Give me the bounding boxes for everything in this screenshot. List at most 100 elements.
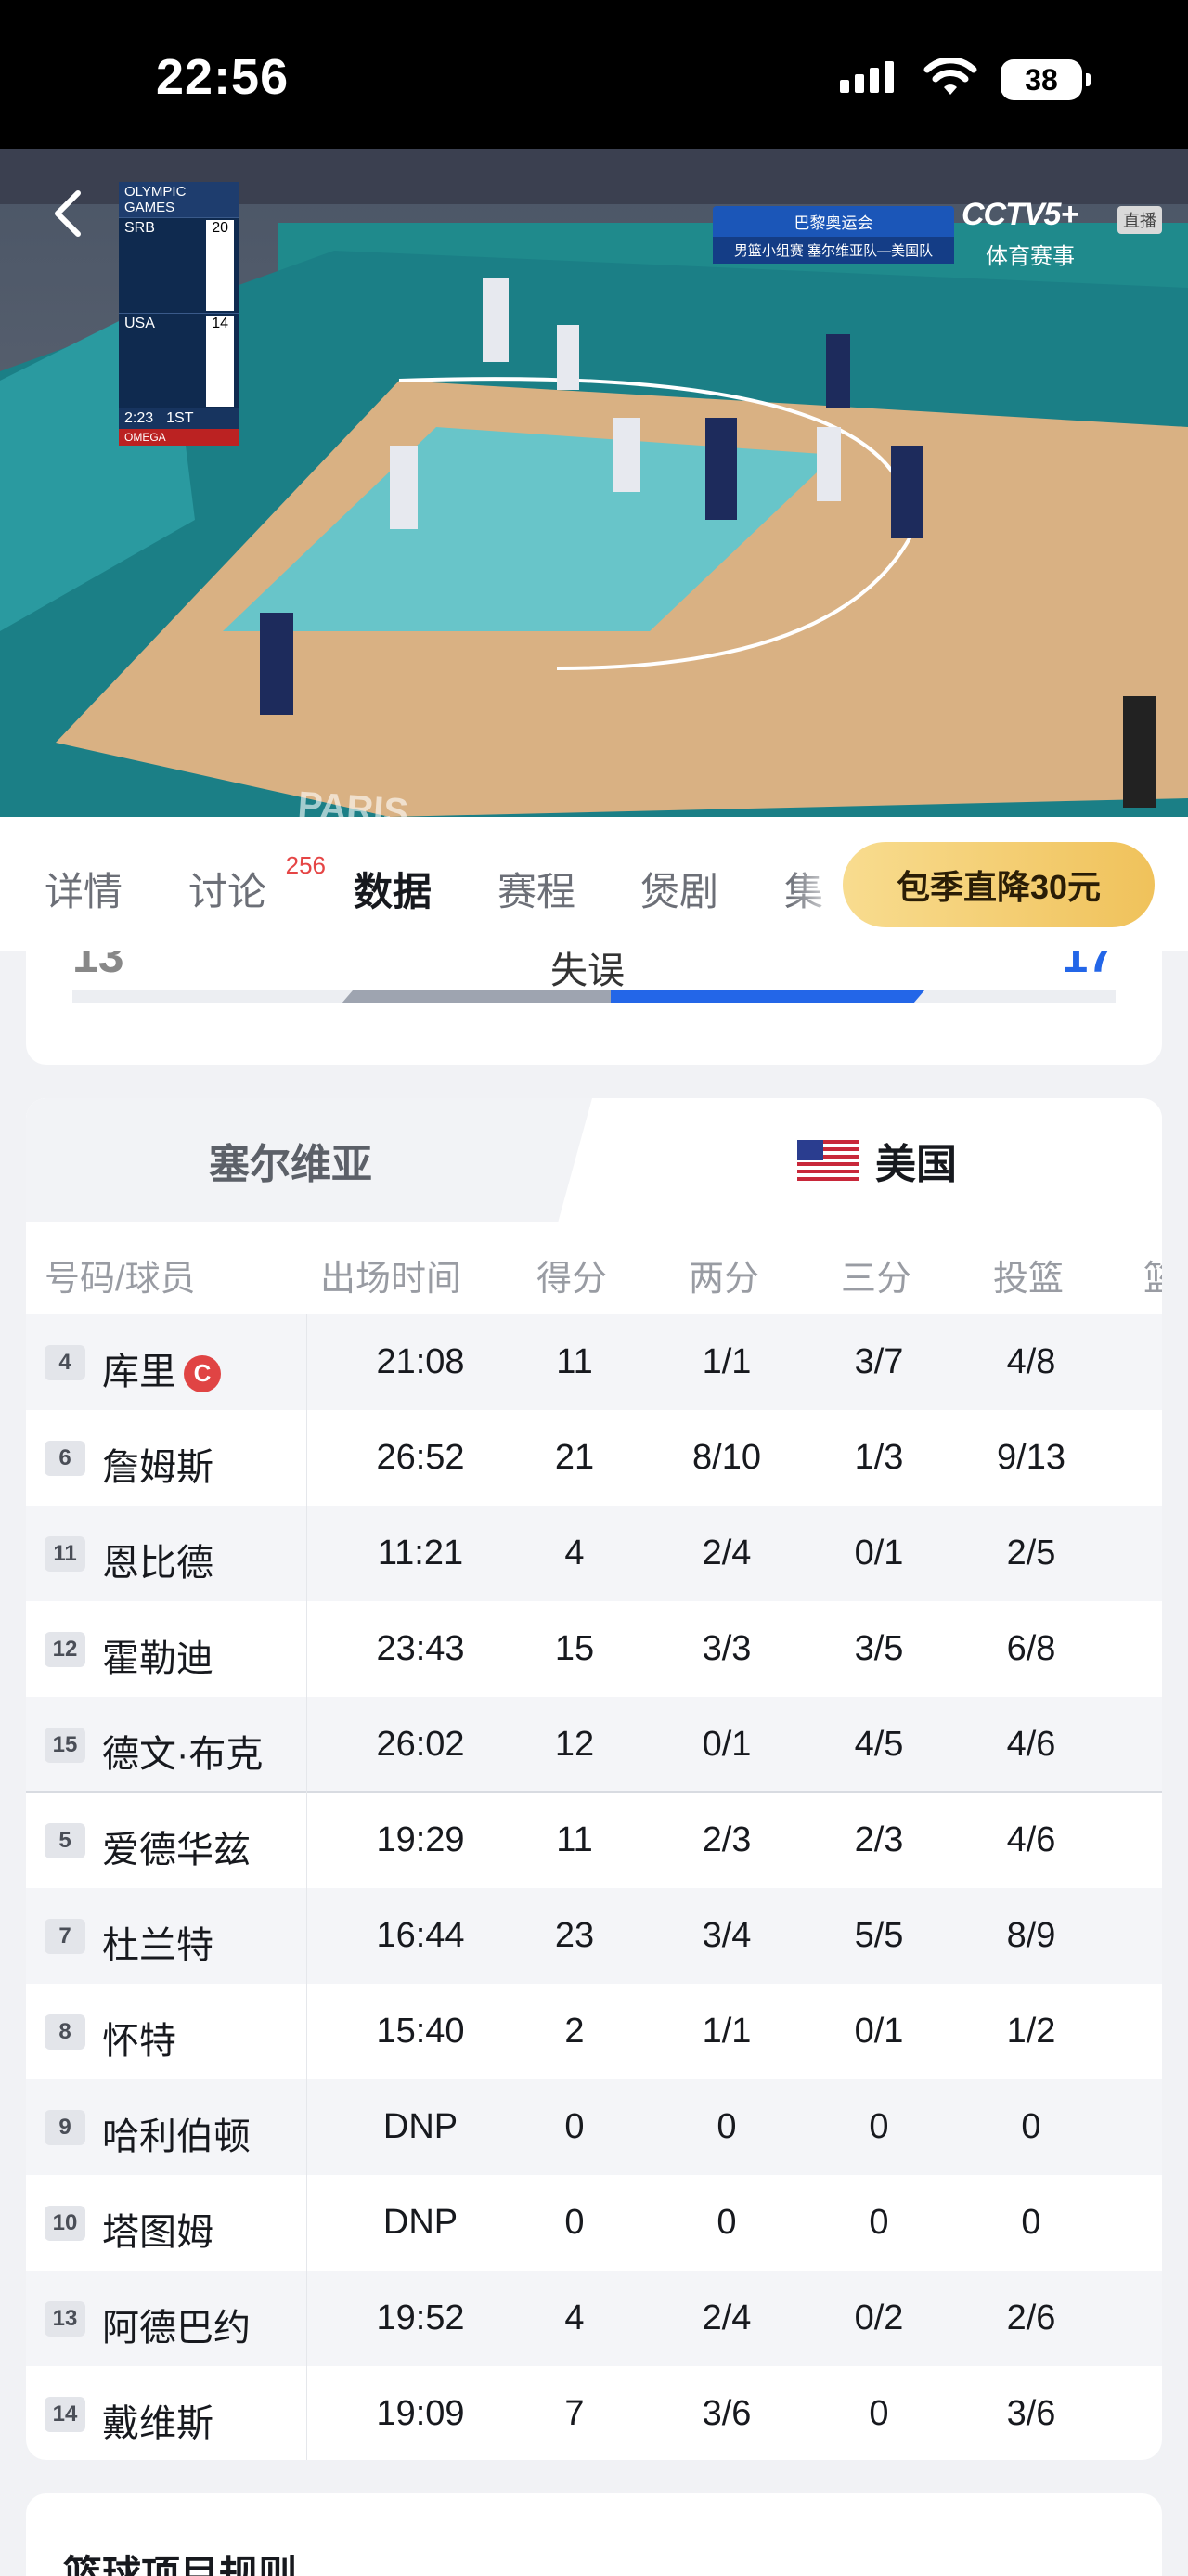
tab-discussion[interactable]: 讨论 256 (188, 851, 326, 917)
stats-table-header: 号码/球员 出场时间 得分 两分 三分 投篮 篮 (26, 1222, 1162, 1314)
points: 11 (556, 1820, 593, 1859)
broadcast-subtitle: 男篮小组赛 塞尔维亚队—美国队 (713, 237, 954, 264)
minutes: 11:21 (377, 1534, 464, 1573)
field-goals: 6/8 (1006, 1629, 1056, 1668)
points: 4 (564, 2298, 585, 2337)
team-tab-serbia[interactable]: 塞尔维亚 (26, 1098, 592, 1222)
jersey-number: 10 (45, 2206, 85, 2241)
jersey-number: 7 (45, 1919, 85, 1954)
player-row[interactable]: 5 爱德华兹 19:29 11 2/3 2/3 4/6 (26, 1793, 1162, 1888)
player-name-cell: 8 怀特 (26, 1984, 307, 2079)
player-name-wrap: 库里 C (102, 1341, 221, 1395)
player-row[interactable]: 11 恩比德 11:21 4 2/4 0/1 2/5 (26, 1506, 1162, 1601)
tab-drama[interactable]: 煲剧 (640, 861, 718, 917)
player-name: 库里 (102, 1352, 176, 1392)
three-pointers: 0 (869, 2394, 889, 2433)
player-name: 詹姆斯 (102, 1447, 213, 1488)
player-row[interactable]: 10 塔图姆 DNP 0 0 0 0 (26, 2175, 1162, 2271)
scorebug: OLYMPIC GAMES SRB 20 USA 14 2:23 1ST OMEGA (119, 182, 239, 446)
stat-bar-left (342, 990, 611, 1003)
minutes: 23:43 (376, 1629, 465, 1668)
battery-icon: 38 (1001, 59, 1091, 100)
team-tab-usa[interactable]: 美国 (592, 1098, 1162, 1222)
stat-right-value: 17 (1062, 951, 1114, 982)
col-points: 得分 (536, 1260, 608, 1299)
live-tag: 直播 (1117, 206, 1162, 234)
scorebug-row-team1: SRB 20 (119, 217, 239, 313)
two-pointers: 2/4 (702, 2298, 752, 2337)
jersey-number: 12 (45, 1632, 85, 1667)
battery-level: 38 (1025, 62, 1058, 97)
rules-card[interactable]: 篮球项目规则 (26, 2493, 1162, 2576)
points: 2 (564, 2012, 585, 2051)
player-row[interactable]: 6 詹姆斯 26:52 21 8/10 1/3 9/13 (26, 1410, 1162, 1506)
field-goals: 2/5 (1006, 1534, 1056, 1573)
broadcast-title: 巴黎奥运会 (713, 206, 954, 237)
field-goals: 9/13 (997, 1438, 1065, 1477)
two-pointers: 0 (717, 2203, 737, 2242)
player-row[interactable]: 8 怀特 15:40 2 1/1 0/1 1/2 (26, 1984, 1162, 2079)
player-name-cell: 5 爱德华兹 (26, 1793, 307, 1888)
three-pointers: 0/1 (854, 1534, 904, 1573)
points: 23 (554, 1916, 595, 1955)
scorebug-period: 1ST (166, 410, 194, 426)
minutes: 19:29 (376, 1820, 465, 1859)
field-goals: 1/2 (1006, 2012, 1056, 2051)
points: 4 (564, 1534, 585, 1573)
col-minutes: 出场时间 (320, 1260, 462, 1299)
stat-bar-right (611, 990, 924, 1003)
field-goals: 4/6 (1006, 1725, 1056, 1764)
scorebug-sponsor-row: OMEGA (119, 429, 239, 446)
three-pointers: 3/5 (854, 1629, 904, 1668)
player-row[interactable]: 12 霍勒迪 23:43 15 3/3 3/5 6/8 (26, 1601, 1162, 1697)
points: 0 (564, 2107, 585, 2146)
wifi-icon (923, 58, 977, 95)
tab-data[interactable]: 数据 (354, 861, 432, 917)
jersey-number: 15 (45, 1728, 85, 1763)
us-flag-icon (797, 1139, 859, 1181)
field-goals: 4/8 (1006, 1342, 1056, 1381)
col-three-pointers: 三分 (841, 1260, 912, 1299)
three-pointers: 1/3 (854, 1438, 904, 1477)
scorebug-clock: 2:23 (124, 410, 154, 426)
stat-label: 失误 (550, 951, 625, 991)
field-goals: 0 (1021, 2107, 1041, 2146)
back-arrow-icon[interactable] (46, 186, 93, 241)
tab-fade (789, 835, 845, 938)
player-row[interactable]: 15 德文·布克 26:02 12 0/1 4/5 4/6 (26, 1697, 1162, 1793)
points: 7 (564, 2394, 585, 2433)
minutes: 26:02 (376, 1725, 465, 1764)
player-name: 德文·布克 (102, 1734, 264, 1775)
scorebug-team2: USA (124, 316, 155, 331)
jersey-number: 4 (45, 1345, 85, 1380)
player-name: 哈利伯顿 (102, 2116, 251, 2157)
player-row[interactable]: 7 杜兰特 16:44 23 3/4 5/5 8/9 (26, 1888, 1162, 1984)
three-pointers: 3/7 (854, 1342, 904, 1381)
jersey-number: 5 (45, 1823, 85, 1858)
scorebug-team1: SRB (124, 220, 155, 236)
player-row[interactable]: 9 哈利伯顿 DNP 0 0 0 0 (26, 2079, 1162, 2175)
player-row[interactable]: 4 库里 C 21:08 11 1/1 3/7 4/8 (26, 1314, 1162, 1410)
field-goals: 0 (1021, 2203, 1041, 2242)
three-pointers: 0 (869, 2203, 889, 2242)
scorebug-header: OLYMPIC GAMES (119, 182, 239, 217)
player-name-cell: 7 杜兰特 (26, 1888, 307, 1984)
video-player[interactable]: PARIS OLYMPIC GAMES SRB 20 USA 14 2:23 1ST … (0, 149, 1188, 817)
player-name-cell: 6 詹姆斯 (26, 1410, 307, 1506)
tab-schedule[interactable]: 赛程 (497, 861, 575, 917)
two-pointers: 1/1 (702, 2012, 752, 2051)
two-pointers: 0 (717, 2107, 737, 2146)
jersey-number: 13 (45, 2301, 85, 2337)
status-time: 22:56 (156, 49, 290, 105)
points: 11 (556, 1342, 593, 1381)
status-bar: 22:56 38 (0, 0, 1188, 149)
player-rows: 4 库里 C 21:08 11 1/1 3/7 4/8 6 詹姆斯 26:52 2… (26, 1314, 1162, 2460)
player-row[interactable]: 13 阿德巴约 19:52 4 2/4 0/2 2/6 (26, 2271, 1162, 2366)
tab-details[interactable]: 详情 (45, 861, 123, 917)
three-pointers: 0 (869, 2107, 889, 2146)
player-row[interactable]: 14 戴维斯 19:09 7 3/6 0 3/6 (26, 2366, 1162, 2460)
points: 21 (554, 1438, 595, 1477)
points: 12 (554, 1725, 595, 1764)
season-pass-promo-button[interactable]: 包季直降30元 (843, 842, 1155, 927)
minutes: 15:40 (376, 2012, 465, 2051)
